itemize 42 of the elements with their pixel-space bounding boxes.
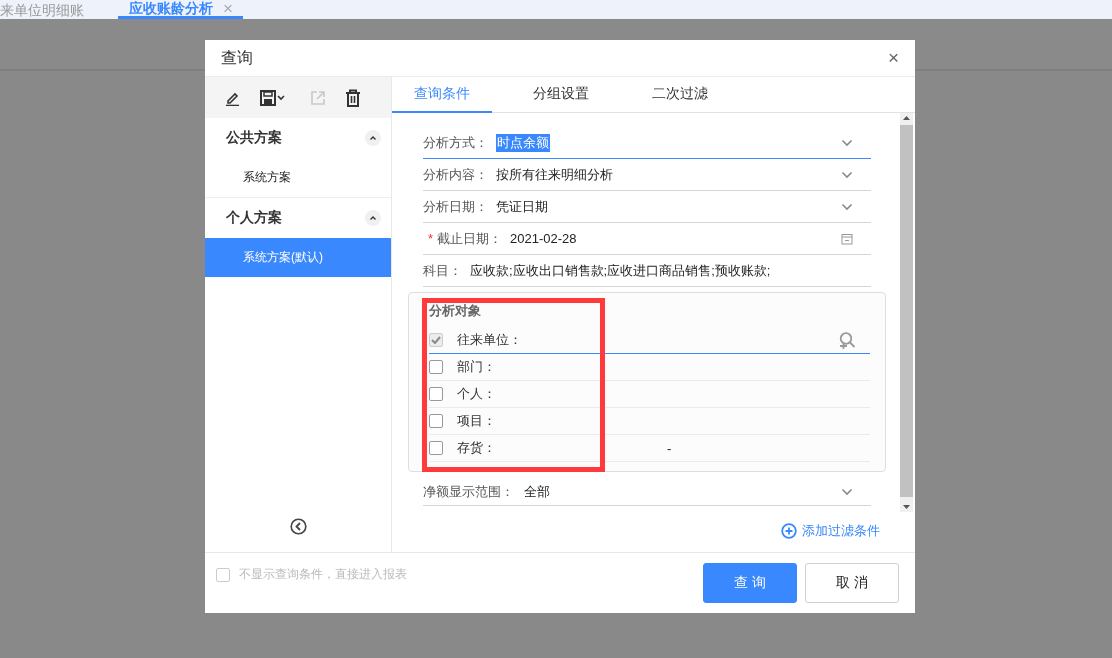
collapse-icon[interactable] [365,210,381,226]
save-icon[interactable] [260,89,286,106]
analysis-object-field[interactable]: 存货： - [429,435,870,462]
tab[interactable]: 二次过滤 [630,77,730,113]
chevron-down-icon[interactable] [841,202,853,211]
checkbox[interactable] [429,360,443,374]
select-field[interactable]: 分析内容： 按所有往来明细分析 [423,159,871,191]
back-icon[interactable] [289,518,307,535]
scrollbar[interactable] [900,113,913,512]
dialog-title: 查询 [221,47,253,68]
select-field[interactable]: 分析日期： 凭证日期 [423,191,871,223]
required-mark: * [428,231,434,246]
date-field[interactable]: * 截止日期： 2021-02-28 [423,223,871,255]
analysis-object-field[interactable]: 项目： [429,408,870,435]
chevron-down-icon[interactable] [841,138,853,147]
tab[interactable]: 分组设置 [511,77,611,113]
collapse-icon[interactable] [365,130,381,146]
add-filter-link[interactable]: 添加过滤条件 [781,522,880,540]
checkbox[interactable] [429,387,443,401]
tab[interactable]: 查询条件 [392,77,492,113]
calendar-icon[interactable] [841,232,853,245]
analysis-object-field[interactable]: 部门： [429,354,870,381]
checkbox[interactable] [429,414,443,428]
checkbox[interactable] [429,441,443,455]
scroll-up-icon[interactable] [900,113,913,123]
cancel-button[interactable]: 取 消 [805,563,899,603]
scheme-group-title: 个人方案 [226,209,282,227]
scheme-group-title: 公共方案 [226,129,282,147]
plus-circle-icon[interactable] [781,523,797,539]
select-field[interactable]: 净额显示范围： 全部 [423,478,871,506]
checkbox[interactable] [216,567,230,582]
analysis-object-field[interactable]: 个人： [429,381,870,408]
scroll-down-icon[interactable] [900,502,913,512]
chevron-down-icon[interactable] [841,170,853,179]
trash-icon[interactable] [345,88,361,107]
select-field[interactable]: 分析方式： 时点余额 [423,127,871,159]
close-icon[interactable]: × [887,47,899,69]
chevron-down-icon[interactable] [841,487,853,496]
checkbox-label: 不显示查询条件，直接进入报表 [239,566,407,583]
panel-title: 分析对象 [429,302,482,320]
scheme-item[interactable]: 系统方案 [205,158,391,197]
text-field[interactable]: 科目： 应收款;应收出口销售款;应收进口商品销售;预收账款; [423,255,871,287]
